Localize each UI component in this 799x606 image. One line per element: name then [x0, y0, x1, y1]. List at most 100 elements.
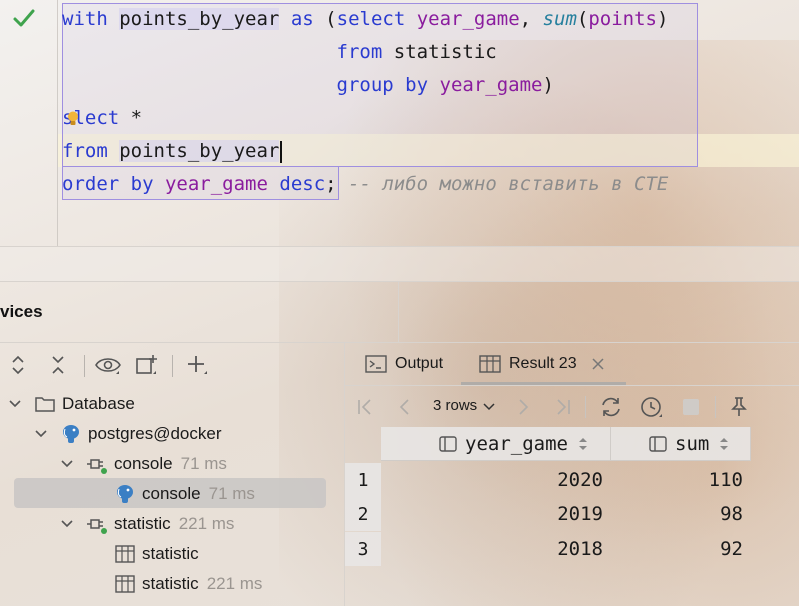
column-header-sum[interactable]: sum — [611, 427, 751, 461]
tree-label: console — [142, 484, 201, 503]
tree-item-postgres[interactable]: postgres@docker — [34, 420, 222, 448]
column-year-game: year_game — [164, 173, 268, 195]
cte-name: points_by_year — [119, 140, 280, 162]
add-icon[interactable] — [184, 353, 208, 377]
first-page-icon[interactable] — [353, 395, 377, 419]
cell-sum[interactable]: 110 — [611, 463, 743, 497]
column-icon — [649, 436, 667, 452]
services-toolbar — [0, 343, 344, 387]
keyword-desc: desc — [279, 173, 326, 195]
tree-item-console-group[interactable]: console 71 ms — [60, 450, 227, 478]
cell-year-game[interactable]: 2019 — [381, 497, 603, 531]
toolbar-separator — [84, 355, 85, 377]
sort-icon[interactable] — [578, 437, 588, 451]
keyword-with: with — [62, 8, 108, 30]
editor-services-splitter[interactable] — [0, 246, 799, 282]
tree-item-statistic-table[interactable]: statistic — [114, 540, 199, 568]
expand-all-icon[interactable] — [6, 353, 30, 377]
session-icon — [87, 519, 107, 534]
panel-divider — [398, 282, 399, 342]
column-icon — [439, 436, 457, 452]
close-icon[interactable] — [591, 357, 605, 371]
cell-year-game[interactable]: 2018 — [381, 532, 603, 566]
tree-item-console[interactable]: console 71 ms — [114, 480, 255, 508]
row-number[interactable]: 1 — [345, 463, 381, 497]
toolbar-separator — [715, 396, 716, 418]
column-header-year-game[interactable]: year_game — [381, 427, 611, 461]
last-page-icon[interactable] — [551, 395, 575, 419]
editor-gutter — [0, 0, 58, 246]
comma: , — [519, 8, 543, 30]
chevron-down-icon[interactable] — [8, 397, 22, 411]
function-sum: sum — [542, 8, 577, 30]
cte-name: points_by_year — [119, 8, 280, 30]
cell-year-game[interactable]: 2020 — [381, 463, 603, 497]
services-panel-title: vices — [0, 302, 43, 321]
code-comment: -- либо можно вставить в CTE — [348, 173, 669, 195]
next-page-icon[interactable] — [511, 395, 535, 419]
duration-label: 221 ms — [206, 574, 263, 593]
code-line-5: from points_by_year — [62, 135, 668, 168]
column-year-game: year_game — [416, 8, 520, 30]
rows-selector[interactable]: 3 rows — [433, 397, 496, 414]
tab-label: Result 23 — [509, 355, 577, 372]
clock-icon[interactable] — [639, 395, 663, 419]
previous-page-icon[interactable] — [393, 395, 417, 419]
code-text[interactable]: with points_by_year as (select year_game… — [62, 3, 668, 201]
code-line-6: order by year_game desc; -- либо можно в… — [62, 168, 668, 201]
keyword-as: as — [290, 8, 314, 30]
pin-icon[interactable] — [727, 395, 751, 419]
session-icon — [87, 459, 107, 474]
refresh-icon[interactable] — [599, 395, 623, 419]
paren: ) — [542, 74, 554, 96]
result-tabs: Output Result 23 — [345, 343, 799, 385]
column-year-game: year_game — [439, 74, 543, 96]
postgresql-icon — [117, 485, 133, 503]
tree-label: console — [114, 454, 173, 473]
code-line-4: slect * — [62, 107, 143, 129]
result-toolbar: 3 rows — [345, 385, 799, 427]
tree-item-database[interactable]: Database — [8, 390, 135, 418]
text-cursor — [280, 140, 283, 163]
chevron-down-icon[interactable] — [60, 457, 74, 471]
table-icon — [115, 575, 135, 593]
sort-icon[interactable] — [719, 437, 729, 451]
table-name: statistic — [393, 41, 497, 63]
tree-item-statistic[interactable]: statistic 221 ms — [114, 570, 262, 598]
paren: ( — [576, 8, 589, 30]
tree-label: statistic — [114, 514, 171, 533]
sql-editor[interactable]: with points_by_year as (select year_game… — [0, 0, 799, 246]
chevron-down-icon — [483, 402, 495, 410]
column-name: sum — [675, 433, 710, 455]
collapse-all-icon[interactable] — [46, 353, 70, 377]
check-icon — [13, 9, 35, 27]
row-number[interactable]: 3 — [345, 532, 381, 566]
keyword-select: select — [336, 8, 406, 30]
column-name: year_game — [465, 433, 568, 455]
column-points: points — [588, 8, 657, 30]
chevron-down-icon[interactable] — [34, 427, 48, 441]
tree-item-statistic-group[interactable]: statistic 221 ms — [60, 510, 234, 538]
keyword-group-by: group by — [336, 74, 429, 96]
postgresql-icon — [63, 425, 79, 443]
cell-sum[interactable]: 92 — [611, 532, 743, 566]
row-number[interactable]: 2 — [345, 497, 381, 531]
cell-sum[interactable]: 98 — [611, 497, 743, 531]
table-icon — [115, 545, 135, 563]
duration-label: 71 ms — [208, 484, 255, 503]
console-icon — [365, 355, 387, 373]
tab-result[interactable]: Result 23 — [479, 343, 605, 385]
paren: ) — [656, 8, 669, 30]
new-group-icon[interactable] — [134, 353, 158, 377]
tab-output[interactable]: Output — [365, 343, 443, 385]
toolbar-separator — [172, 355, 173, 377]
duration-label: 221 ms — [178, 514, 235, 533]
eye-icon[interactable] — [94, 353, 122, 377]
lightbulb-icon[interactable] — [67, 111, 79, 126]
stop-icon[interactable] — [679, 395, 703, 419]
keyword-from: from — [336, 41, 383, 63]
code-line-2: from statistic — [62, 36, 668, 69]
duration-label: 71 ms — [180, 454, 227, 473]
paren: ( — [325, 8, 337, 30]
chevron-down-icon[interactable] — [60, 517, 74, 531]
